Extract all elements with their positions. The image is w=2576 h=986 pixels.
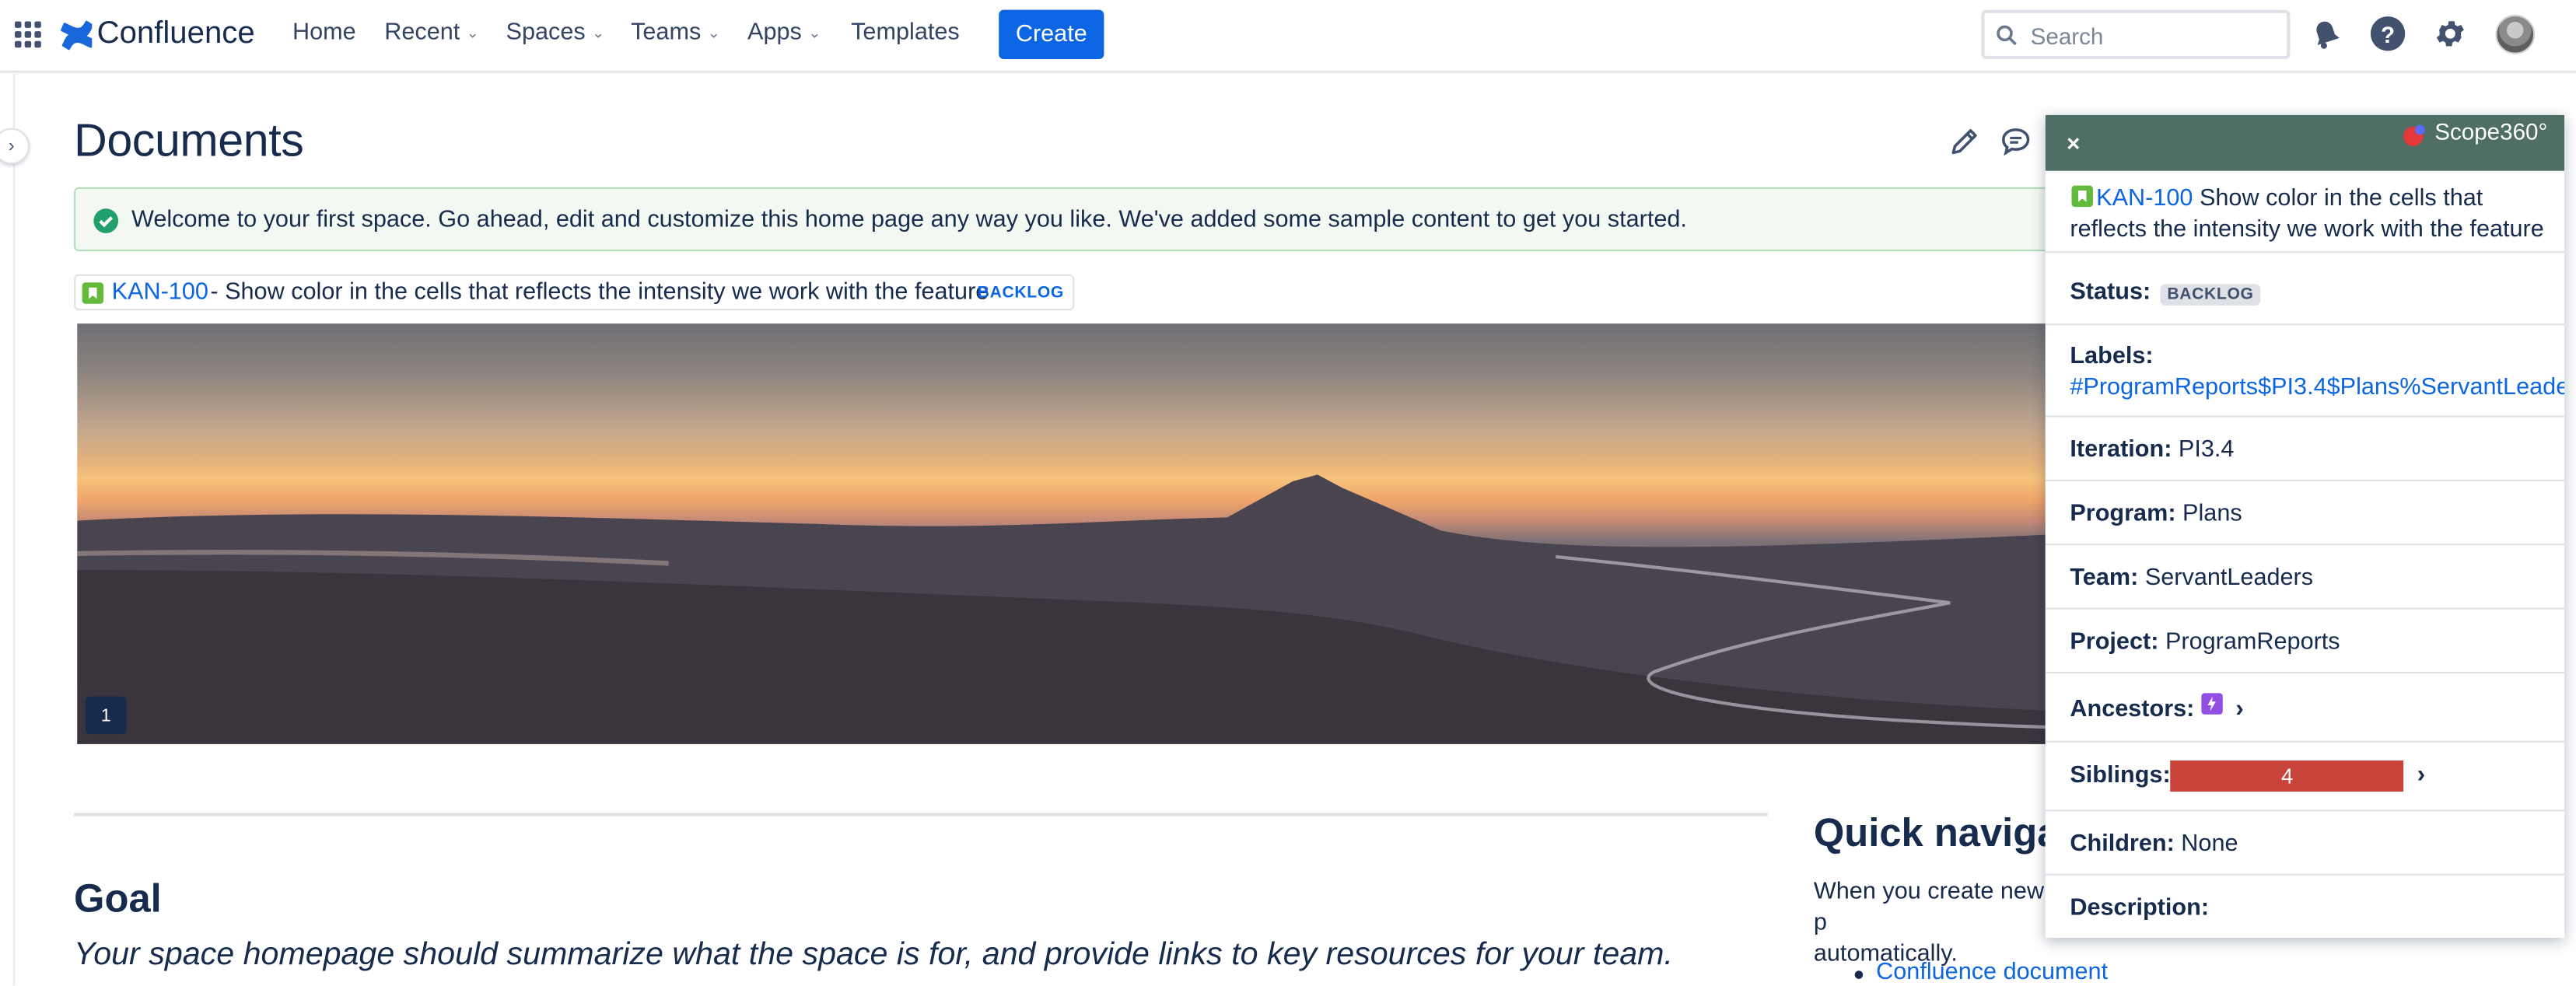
scope360-brand: Scope360°: [2434, 118, 2548, 145]
scope-children-row: Children: None: [2045, 811, 2565, 876]
description-label: Description:: [2070, 895, 2210, 921]
chevron-right-icon[interactable]: ›: [2417, 761, 2426, 789]
jira-issue-key-link[interactable]: KAN-100: [112, 279, 208, 306]
scope-iteration-row: Iteration: PI3.4: [2045, 417, 2565, 481]
nav-apps-label: Apps: [747, 19, 802, 47]
user-avatar[interactable]: [2495, 15, 2536, 54]
jira-issue-summary: - Show color in the cells that reflects …: [210, 279, 989, 306]
scope-issue-row: KAN-100 Show color in the cells that ref…: [2045, 171, 2565, 253]
scope360-logo-icon: [2400, 121, 2427, 148]
labels-value-link[interactable]: #ProgramReports$PI3.4$Plans%ServantLeade…: [2070, 375, 2564, 401]
children-label: Children:: [2070, 830, 2175, 858]
children-value: None: [2181, 830, 2238, 858]
team-label: Team:: [2070, 565, 2139, 592]
nav-templates[interactable]: Templates: [851, 19, 960, 46]
jira-issue-macro[interactable]: KAN-100 - Show color in the cells that r…: [74, 274, 1075, 311]
confluence-logo-icon: [61, 19, 93, 50]
team-value: ServantLeaders: [2144, 565, 2314, 592]
ancestors-label: Ancestors:: [2070, 696, 2195, 723]
scope-siblings-row: Siblings: 4 ›: [2045, 743, 2565, 812]
create-button[interactable]: Create: [999, 9, 1104, 60]
status-label: Status:: [2070, 279, 2151, 306]
top-navigation: Confluence Home Recent ⌄ Spaces ⌄ Teams ⌄ A…: [0, 0, 2576, 72]
scope-team-row: Team: ServantLeaders: [2045, 545, 2565, 610]
quick-navigation-heading: Quick navigat: [1813, 811, 2073, 856]
inline-comment-marker[interactable]: 1: [85, 696, 127, 735]
nav-recent[interactable]: Recent ⌄: [384, 19, 478, 46]
jira-status-lozenge: BACKLOG: [977, 284, 1064, 302]
goal-heading: Goal: [74, 876, 162, 921]
scope360-header: × Scope360°: [2045, 114, 2565, 171]
info-message: Welcome to your first space. Go ahead, e…: [131, 207, 1687, 233]
nav-teams[interactable]: Teams ⌄: [631, 19, 720, 46]
nav-home[interactable]: Home: [292, 19, 356, 46]
scope-description-row: Description:: [2046, 876, 2564, 938]
header-landscape-image: [77, 323, 2066, 744]
search-input[interactable]: Search: [1981, 9, 2291, 60]
nav-spaces[interactable]: Spaces ⌄: [506, 19, 605, 46]
success-info-panel: Welcome to your first space. Go ahead, e…: [74, 187, 2070, 252]
scope360-panel: × Scope360° KAN-100 Show color in the ce…: [2045, 114, 2565, 939]
scope-project-row: Project: ProgramReports: [2045, 610, 2565, 674]
chevron-right-icon[interactable]: ›: [2235, 694, 2244, 722]
sidebar-collapsed: [0, 74, 16, 986]
bullet-icon: [1854, 970, 1864, 979]
confluence-document-link[interactable]: Confluence document: [1876, 960, 2108, 986]
labels-label: Labels:: [2070, 343, 2154, 370]
chevron-down-icon: ⌄: [808, 24, 821, 41]
chevron-down-icon: ⌄: [466, 24, 479, 41]
edit-pencil-icon[interactable]: [1948, 125, 1981, 158]
search-placeholder: Search: [2030, 23, 2104, 50]
epic-issue-icon[interactable]: [2200, 693, 2223, 715]
story-issue-icon: [2071, 185, 2093, 208]
section-divider: [74, 813, 1768, 816]
nav-spaces-label: Spaces: [506, 19, 586, 47]
help-icon[interactable]: ?: [2370, 16, 2406, 51]
quick-navigation-text: When you create new p automatically.: [1814, 877, 2060, 970]
close-icon[interactable]: ×: [2067, 130, 2080, 156]
chevron-down-icon: ⌄: [592, 24, 605, 41]
program-value: Plans: [2182, 501, 2242, 528]
project-value: ProgramReports: [2165, 628, 2340, 656]
status-lozenge: BACKLOG: [2160, 284, 2261, 306]
program-label: Program:: [2070, 501, 2176, 528]
siblings-count-bar[interactable]: 4: [2170, 760, 2404, 792]
search-icon: [1997, 25, 2017, 46]
nav-apps[interactable]: Apps ⌄: [747, 19, 821, 46]
chevron-down-icon: ⌄: [707, 24, 720, 41]
scope-ancestors-row: Ancestors: ›: [2045, 673, 2565, 743]
goal-text: Your space homepage should summarize wha…: [74, 935, 1673, 973]
confluence-logo[interactable]: Confluence: [61, 15, 255, 54]
comment-icon[interactable]: [2000, 125, 2032, 158]
iteration-label: Iteration:: [2070, 436, 2172, 463]
scope-status-row: Status: BACKLOG: [2045, 263, 2565, 326]
settings-gear-icon[interactable]: [2433, 16, 2467, 51]
nav-recent-label: Recent: [384, 19, 460, 47]
brand-name: Confluence: [96, 16, 255, 51]
scope-labels-row: Labels: #ProgramReports$PI3.4$Plans%Serv…: [2045, 325, 2565, 418]
quick-nav-text-line-1: When you create new p: [1813, 879, 2045, 936]
check-circle-icon: [93, 208, 119, 233]
notifications-bell-icon[interactable]: [2310, 18, 2343, 51]
story-issue-icon: [82, 282, 104, 304]
expand-sidebar-chevron-icon[interactable]: ›: [0, 128, 30, 165]
scope-issue-key-link[interactable]: KAN-100: [2096, 186, 2193, 212]
app-switcher-icon[interactable]: [13, 19, 43, 49]
nav-teams-label: Teams: [631, 19, 702, 47]
iteration-value: PI3.4: [2178, 436, 2235, 463]
mountain-silhouette: [77, 474, 2066, 744]
scope-program-row: Program: Plans: [2045, 481, 2565, 546]
siblings-label: Siblings:: [2070, 762, 2171, 789]
page-title: Documents: [74, 114, 304, 166]
project-label: Project:: [2070, 628, 2159, 656]
